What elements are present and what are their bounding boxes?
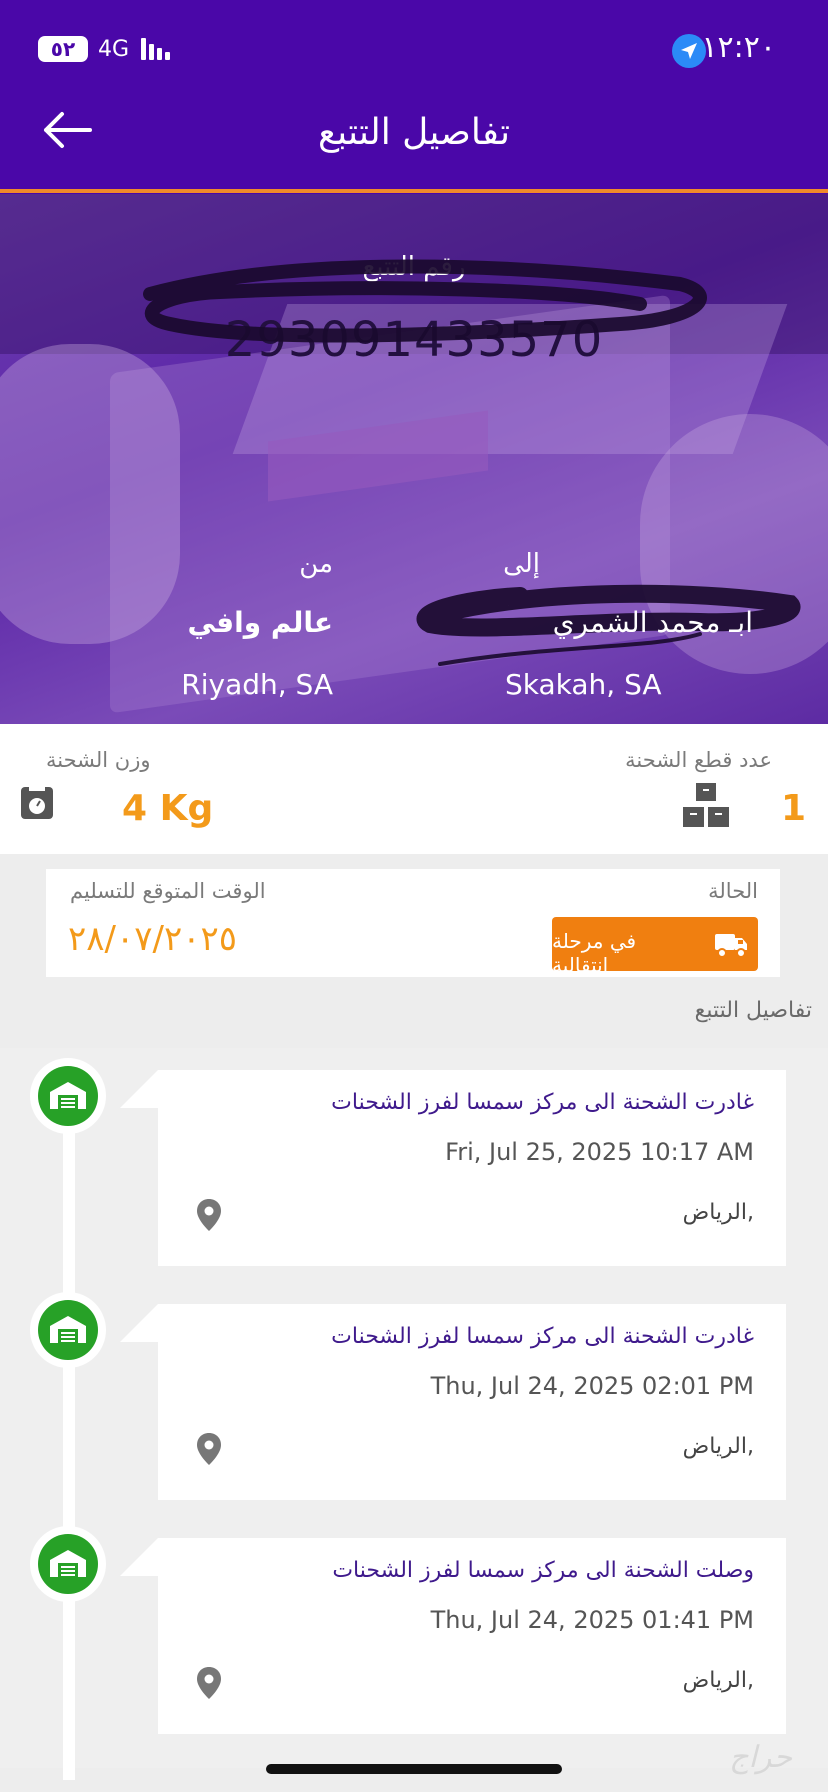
eta-label: الوقت المتوقع للتسليم bbox=[70, 879, 266, 903]
tracking-details-heading: تفاصيل التتبع bbox=[694, 998, 812, 1023]
weight-value: 4 Kg bbox=[122, 788, 214, 829]
warehouse-icon bbox=[50, 1082, 86, 1109]
network-status: ٥٢ 4G bbox=[38, 34, 171, 64]
pieces-label: عدد قطع الشحنة bbox=[625, 748, 772, 772]
event-date: Thu, Jul 24, 2025 01:41 PM bbox=[430, 1606, 754, 1634]
watermark-logo: حراج bbox=[729, 1740, 792, 1775]
event-card: غادرت الشحنة الى مركز سمسا لفرز الشحنات … bbox=[158, 1070, 786, 1266]
boxes-icon bbox=[682, 782, 730, 834]
event-title: وصلت الشحنة الى مركز سمسا لفرز الشحنات bbox=[332, 1558, 754, 1583]
redaction-scribble bbox=[143, 259, 801, 666]
timeline-line bbox=[63, 1090, 75, 1780]
status-label: الحالة bbox=[708, 879, 758, 903]
sender-name: عالم وافي bbox=[187, 606, 333, 639]
shipment-stats: وزن الشحنة عدد قطع الشحنة 4 Kg 1 bbox=[0, 724, 828, 854]
weight-label: وزن الشحنة bbox=[46, 748, 151, 772]
event-card: وصلت الشحنة الى مركز سمسا لفرز الشحنات T… bbox=[158, 1538, 786, 1734]
network-type: 4G bbox=[98, 36, 130, 62]
warehouse-icon bbox=[50, 1316, 86, 1343]
eta-date: ٢٨/٠٧/٢٠٢٥ bbox=[68, 919, 238, 959]
clock: ١٢:٢٠ bbox=[701, 30, 776, 65]
event-card: غادرت الشحنة الى مركز سمسا لفرز الشحنات … bbox=[158, 1304, 786, 1500]
app-header: ٥٢ 4G ١٢:٢٠ تفاصيل التتبع bbox=[0, 0, 828, 194]
scale-icon bbox=[20, 786, 54, 824]
location-pin-icon bbox=[196, 1666, 222, 1704]
home-indicator[interactable] bbox=[266, 1764, 562, 1774]
warehouse-icon bbox=[50, 1550, 86, 1577]
origin-city: Riyadh, SA bbox=[181, 668, 333, 701]
event-location: الرياض, bbox=[682, 1200, 754, 1225]
signal-icon bbox=[141, 38, 171, 60]
timeline-dot bbox=[30, 1526, 106, 1602]
card-pointer bbox=[120, 1304, 158, 1342]
recipient-name: ابـ محمد الشمري bbox=[552, 606, 753, 639]
truck-icon bbox=[714, 927, 748, 965]
battery-level: ٥٢ bbox=[50, 37, 76, 61]
event-title: غادرت الشحنة الى مركز سمسا لفرز الشحنات bbox=[331, 1324, 754, 1349]
status-bar: ٥٢ 4G ١٢:٢٠ bbox=[0, 0, 828, 100]
event-date: Thu, Jul 24, 2025 02:01 PM bbox=[430, 1372, 754, 1400]
event-date: Fri, Jul 25, 2025 10:17 AM bbox=[445, 1138, 754, 1166]
card-pointer bbox=[120, 1538, 158, 1576]
header-divider bbox=[0, 189, 828, 193]
pieces-value: 1 bbox=[780, 788, 806, 829]
status-card: الوقت المتوقع للتسليم الحالة ٢٨/٠٧/٢٠٢٥ … bbox=[46, 869, 780, 977]
origin-label: من bbox=[299, 549, 333, 579]
destination-label: إلى bbox=[503, 549, 540, 579]
card-pointer bbox=[120, 1070, 158, 1108]
event-location: الرياض, bbox=[682, 1668, 754, 1693]
page-title: تفاصيل التتبع bbox=[317, 112, 511, 153]
event-title: غادرت الشحنة الى مركز سمسا لفرز الشحنات bbox=[331, 1090, 754, 1115]
location-pin-icon bbox=[196, 1432, 222, 1470]
timeline-dot bbox=[30, 1292, 106, 1368]
location-pin-icon bbox=[196, 1198, 222, 1236]
status-badge: في مرحلة انتقالية bbox=[552, 917, 758, 977]
battery-icon: ٥٢ bbox=[38, 36, 88, 62]
shipment-hero: رقم التتبع 293091433570 من إلى عالم وافي… bbox=[0, 194, 828, 724]
timeline-dot bbox=[30, 1058, 106, 1134]
destination-city: Skakah, SA bbox=[505, 668, 662, 701]
event-location: الرياض, bbox=[682, 1434, 754, 1459]
status-badge-text: في مرحلة انتقالية bbox=[552, 929, 637, 977]
